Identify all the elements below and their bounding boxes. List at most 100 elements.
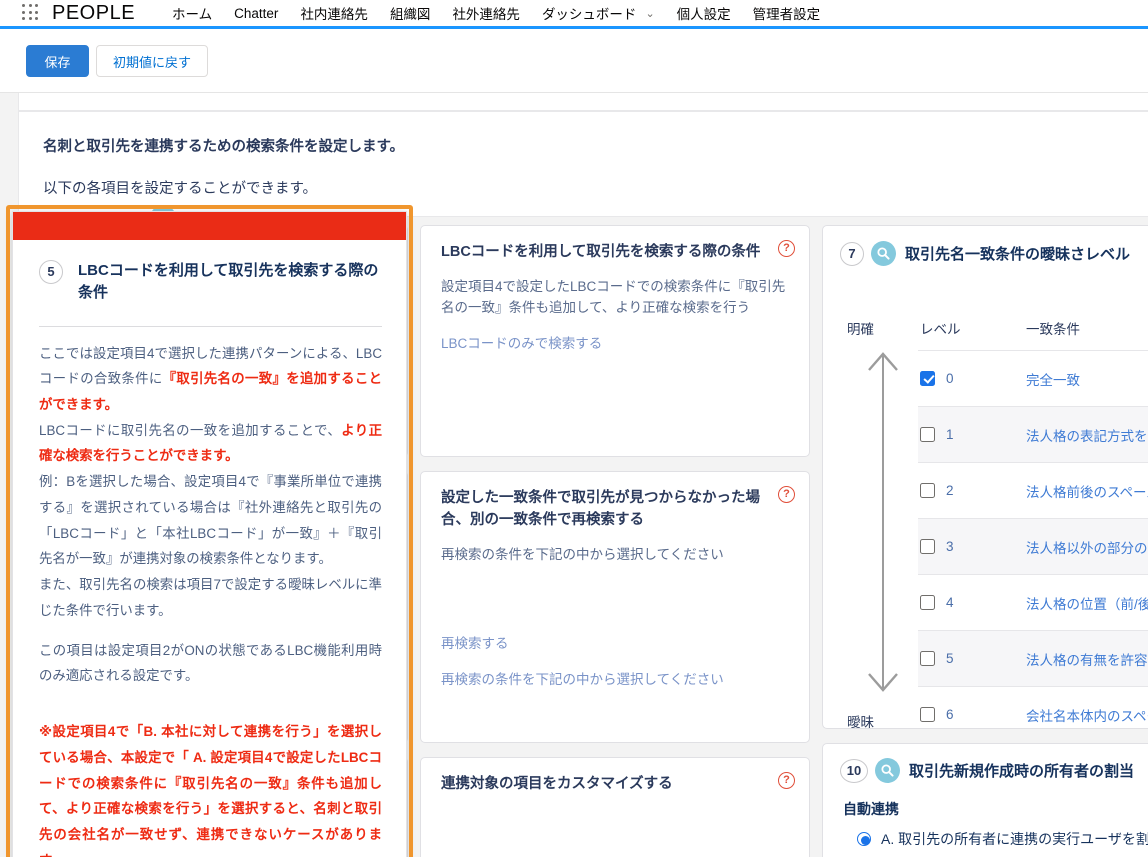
nav-item-admin-settings[interactable]: 管理者設定 (742, 3, 832, 23)
card-subtitle: 自動連携 (843, 801, 899, 817)
nav-item-home[interactable]: ホーム (161, 3, 223, 23)
tooltip-title: LBCコードを利用して取引先を検索する際の条件 (78, 262, 379, 301)
card-title: 連携対象の項目をカスタマイズする (441, 776, 673, 792)
nav-item-internal-contacts[interactable]: 社内連絡先 (289, 3, 379, 23)
cell-condition: 完全一致 (1026, 350, 1148, 407)
card-option-a[interactable]: 再検索する (421, 565, 809, 655)
nav-item-org-chart[interactable]: 組織図 (379, 3, 442, 23)
level-number: 3 (946, 539, 954, 554)
card-fuzzy-match-level[interactable]: 7 取引先名一致条件の曖昧さレベル 明確 曖昧 レベル 一致条件 0 完全一致 … (822, 225, 1148, 729)
settings-column-middle: ? LBCコードを利用して取引先を検索する際の条件 設定項目4で設定したLBCコ… (420, 225, 810, 857)
card-owner-assignment[interactable]: 10 取引先新規作成時の所有者の割当 自動連携 A. 取引先の所有者に連携の実行… (822, 743, 1148, 857)
card-research-condition[interactable]: ? 設定した一致条件で取引先が見つからなかった場合、別の一致条件で再検索する 再… (420, 471, 810, 743)
cell-condition: 法人格の表記方式を許容 (1026, 406, 1148, 463)
card-title: 取引先名一致条件の曖昧さレベル (905, 246, 1131, 263)
cell-condition: 法人格以外の部分の全/半角 (1026, 518, 1148, 575)
tooltip-paragraph-1: ここでは設定項目4で選択した連携パターンによる、LBCコードの合致条件に『取引先… (39, 327, 382, 418)
card-option-b[interactable]: 再検索の条件を下記の中から選択してください (421, 655, 809, 691)
table-row[interactable]: 5 法人格の有無を許容 (918, 630, 1148, 687)
cell-level: 3 (918, 518, 1026, 575)
cell-level: 0 (918, 350, 1026, 407)
settings-page-scroll-area[interactable]: 取引先の検索条件設定 名刺と取引先を連携するための検索条件を設定します。 以下の… (0, 93, 1148, 857)
cell-level: 5 (918, 630, 1026, 687)
card-title: 取引先新規作成時の所有者の割当 (909, 763, 1135, 780)
level-number: 0 (946, 371, 954, 386)
level-checkbox-wrapper[interactable]: 3 (918, 539, 1026, 554)
chevron-down-icon[interactable]: ⌄ (645, 7, 654, 20)
level-checkbox-wrapper[interactable]: 2 (918, 483, 1026, 498)
card-header: 7 取引先名一致条件の曖昧さレベル (823, 226, 1148, 266)
card-customize-fields[interactable]: ? 連携対象の項目をカスタマイズする (420, 757, 810, 857)
cell-level: 1 (918, 406, 1026, 463)
nav-item-personal-settings[interactable]: 個人設定 (666, 3, 742, 23)
level-checkbox-wrapper[interactable]: 4 (918, 595, 1026, 610)
cell-condition: 法人格の有無を許容 (1026, 630, 1148, 687)
help-circle-icon[interactable]: ? (778, 240, 795, 257)
level-checkbox[interactable] (920, 371, 935, 386)
vertical-scrollbar[interactable] (1142, 93, 1148, 857)
radio-button[interactable] (857, 832, 871, 846)
app-brand-name: PEOPLE (52, 1, 136, 24)
nav-item-external-contacts[interactable]: 社外連絡先 (441, 3, 531, 23)
card-lbc-search-condition[interactable]: ? LBCコードを利用して取引先を検索する際の条件 設定項目4で設定したLBCコ… (420, 225, 810, 457)
cell-level: 6 (918, 686, 1026, 728)
nav-item-dashboard-label: ダッシュボード (541, 7, 637, 22)
cell-level: 4 (918, 574, 1026, 631)
table-row[interactable]: 0 完全一致 (918, 350, 1148, 407)
level-checkbox[interactable] (920, 427, 935, 442)
tooltip-warning-text: ※設定項目4で「B. 本社に対して連携を行う」を選択している場合、本設定で「 A… (39, 724, 382, 857)
table-row[interactable]: 6 会社名本体内のスペース (918, 686, 1148, 728)
table-row[interactable]: 4 法人格の位置（前/後）を許 (918, 574, 1148, 631)
fuzzy-level-table: レベル 一致条件 0 完全一致 1 法人格の表記方式を許容 2 法人格前後のスペース（全 3… (918, 276, 1148, 728)
save-button[interactable]: 保存 (26, 45, 89, 77)
level-number: 1 (946, 427, 954, 442)
intro-text-primary: 名刺と取引先を連携するための検索条件を設定します。 (43, 139, 405, 155)
level-checkbox[interactable] (920, 707, 935, 723)
table-row[interactable]: 1 法人格の表記方式を許容 (918, 406, 1148, 463)
level-checkbox[interactable] (920, 483, 935, 498)
card-number-badge: 7 (840, 241, 864, 266)
level-checkbox-wrapper[interactable]: 6 (918, 707, 1026, 723)
condition-label: 法人格以外の部分の全/半角 (1026, 540, 1148, 556)
level-number: 6 (946, 707, 954, 723)
condition-label: 法人格前後のスペース（全 (1026, 484, 1148, 500)
level-checkbox-wrapper[interactable]: 0 (918, 371, 1026, 386)
table-header-row: レベル 一致条件 (918, 276, 1148, 351)
condition-label: 法人格の位置（前/後）を許 (1026, 596, 1148, 612)
table-row[interactable]: 3 法人格以外の部分の全/半角 (918, 518, 1148, 575)
intro-card: 名刺と取引先を連携するための検索条件を設定します。 以下の各項目を設定することが… (18, 111, 1148, 217)
fuzzy-level-body: 明確 曖昧 レベル 一致条件 0完全一致 1 法人格の表記方式を 2 法人格前後… (823, 276, 1148, 728)
card-title: LBCコードを利用して取引先を検索する際の条件 (441, 244, 761, 260)
axis-label-precise: 明確 (847, 322, 874, 337)
intro-text-secondary: 以下の各項目を設定することができます。 (43, 181, 318, 197)
settings-column-right: 7 取引先名一致条件の曖昧さレベル 明確 曖昧 レベル 一致条件 0 完全一致 … (822, 225, 1148, 857)
help-circle-icon[interactable]: ? (778, 772, 795, 789)
cell-condition: 法人格の位置（前/後）を許 (1026, 574, 1148, 631)
app-launcher-icon[interactable] (22, 4, 40, 22)
tooltip-content: 5 LBCコードを利用して取引先を検索する際の条件 ここでは設定項目4で選択した… (13, 240, 406, 857)
level-checkbox[interactable] (920, 651, 935, 666)
tooltip-number-badge: 5 (39, 260, 63, 284)
nav-item-chatter[interactable]: Chatter (223, 6, 289, 21)
tooltip-paragraph-2: LBCコードに取引先名の一致を追加することで、より正確な検索を行うことができます… (39, 418, 382, 469)
magnifier-icon (871, 241, 896, 266)
axis-label-fuzzy: 曖昧 (847, 715, 874, 729)
tooltip-title-row: 5 LBCコードを利用して取引先を検索する際の条件 (39, 240, 382, 304)
nav-item-dashboard[interactable]: ダッシュボード ⌄ (531, 3, 666, 23)
condition-label: 完全一致 (1026, 372, 1080, 388)
condition-label: 会社名本体内のスペース (1026, 708, 1148, 724)
help-tooltip-popover[interactable]: 5 LBCコードを利用して取引先を検索する際の条件 ここでは設定項目4で選択した… (12, 211, 407, 857)
owner-radio-option[interactable]: A. 取引先の所有者に連携の実行ユーザを割当 (823, 819, 1148, 849)
level-checkbox-wrapper[interactable]: 5 (918, 651, 1026, 666)
reset-to-default-button[interactable]: 初期値に戻す (96, 45, 208, 77)
settings-page-header: 取引先の検索条件設定 (18, 93, 1148, 111)
level-checkbox[interactable] (920, 595, 935, 610)
global-navigation-bar: PEOPLE ホーム Chatter 社内連絡先 組織図 社外連絡先 ダッシュボ… (0, 0, 1148, 26)
action-bar: 保存 初期値に戻す (0, 29, 1148, 93)
level-checkbox-wrapper[interactable]: 1 (918, 427, 1026, 442)
card-option-text[interactable]: LBCコードのみで検索する (421, 319, 809, 355)
help-circle-icon[interactable]: ? (778, 486, 795, 503)
level-checkbox[interactable] (920, 539, 935, 554)
level-number: 2 (946, 483, 954, 498)
table-row[interactable]: 2 法人格前後のスペース（全 (918, 462, 1148, 519)
